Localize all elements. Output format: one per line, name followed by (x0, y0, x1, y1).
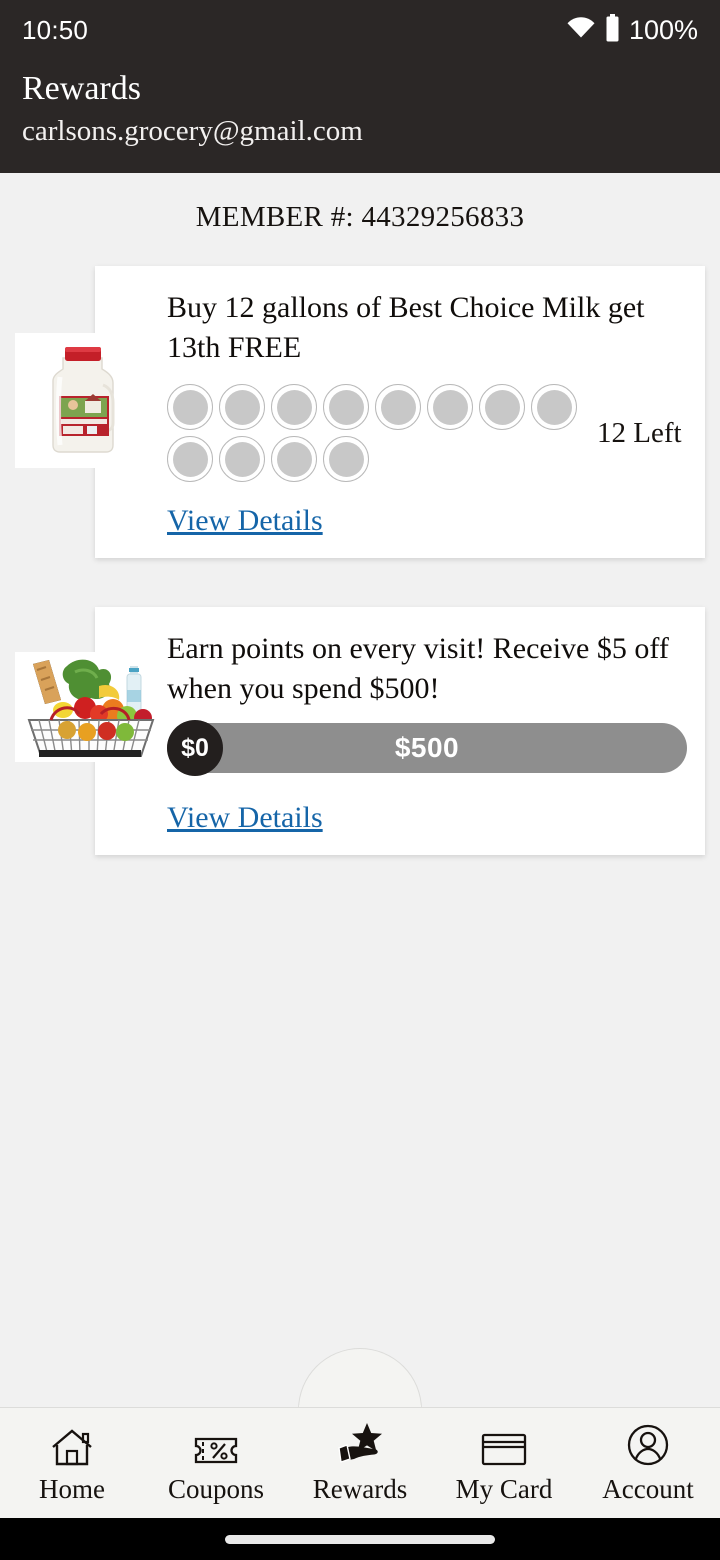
battery-percent: 100% (628, 14, 698, 45)
nav-label-account: Account (602, 1473, 694, 1504)
person-circle-icon (626, 1423, 670, 1467)
punch-grid[interactable] (167, 384, 581, 482)
reward-title: Buy 12 gallons of Best Choice Milk get 1… (167, 291, 645, 364)
app-header: Rewards carlsons.grocery@gmail.com (0, 60, 720, 173)
hand-star-icon (334, 1422, 386, 1467)
status-time: 10:50 (22, 14, 89, 45)
punch-slot[interactable] (167, 436, 213, 482)
punch-slot[interactable] (427, 384, 473, 430)
punch-slot[interactable] (271, 436, 317, 482)
rewards-scroll-area[interactable]: MEMBER #: 44329256833 Buy 12 gallons of … (0, 173, 720, 1407)
view-details-link-spend[interactable]: View Details (167, 801, 323, 835)
reward-card-spend-points[interactable]: Earn points on every visit! Receive $5 o… (15, 607, 705, 855)
home-icon (50, 1423, 94, 1467)
coupon-percent-icon (192, 1423, 240, 1467)
punch-slot[interactable] (271, 384, 317, 430)
nav-label-my-card: My Card (455, 1473, 553, 1504)
punch-slot[interactable] (375, 384, 421, 430)
punch-slot[interactable] (167, 384, 213, 430)
bottom-navigation: Home Coupons Rewards My Card Account (0, 1407, 720, 1518)
credit-card-icon (480, 1423, 528, 1467)
punch-slot[interactable] (323, 436, 369, 482)
reward-title: Earn points on every visit! Receive $5 o… (167, 632, 669, 705)
punches-remaining-label: 12 Left (597, 416, 682, 449)
system-gesture-area (0, 1518, 720, 1560)
progress-track: $500 (167, 723, 687, 773)
nav-item-home[interactable]: Home (0, 1408, 144, 1518)
reward-card-milk-punch[interactable]: Buy 12 gallons of Best Choice Milk get 1… (15, 266, 705, 558)
wifi-icon (566, 16, 596, 44)
phone-screen: 10:50 100% Rewards carlsons.grocery@gmai… (0, 0, 720, 1560)
member-number: MEMBER #: 44329256833 (0, 173, 720, 234)
status-indicators: 100% (566, 13, 698, 47)
member-number-text: MEMBER #: 44329256833 (195, 201, 525, 233)
punch-slot[interactable] (219, 436, 265, 482)
spend-progress-bar[interactable]: $500 $0 (167, 720, 687, 779)
battery-icon (605, 13, 620, 47)
nav-label-home: Home (39, 1473, 105, 1504)
progress-knob: $0 (167, 720, 223, 776)
punch-slot[interactable] (531, 384, 577, 430)
progress-current-label: $0 (181, 733, 209, 762)
nav-item-account[interactable]: Account (576, 1408, 720, 1518)
gesture-pill[interactable] (225, 1534, 495, 1544)
grocery-basket-image (15, 652, 163, 762)
page-title: Rewards (22, 70, 141, 107)
account-email: carlsons.grocery@gmail.com (22, 115, 363, 147)
punch-progress: 12 Left (167, 384, 687, 482)
punch-slot[interactable] (219, 384, 265, 430)
punch-slot[interactable] (479, 384, 525, 430)
nav-item-my-card[interactable]: My Card (432, 1408, 576, 1518)
status-bar: 10:50 100% (0, 0, 720, 60)
nav-item-coupons[interactable]: Coupons (144, 1408, 288, 1518)
punch-slot[interactable] (323, 384, 369, 430)
progress-max-label: $500 (394, 732, 460, 763)
view-details-link-milk[interactable]: View Details (167, 504, 323, 538)
nav-item-rewards[interactable]: Rewards (288, 1408, 432, 1518)
milk-gallon-image (15, 333, 150, 468)
nav-label-rewards: Rewards (312, 1473, 408, 1504)
nav-label-coupons: Coupons (167, 1473, 265, 1504)
